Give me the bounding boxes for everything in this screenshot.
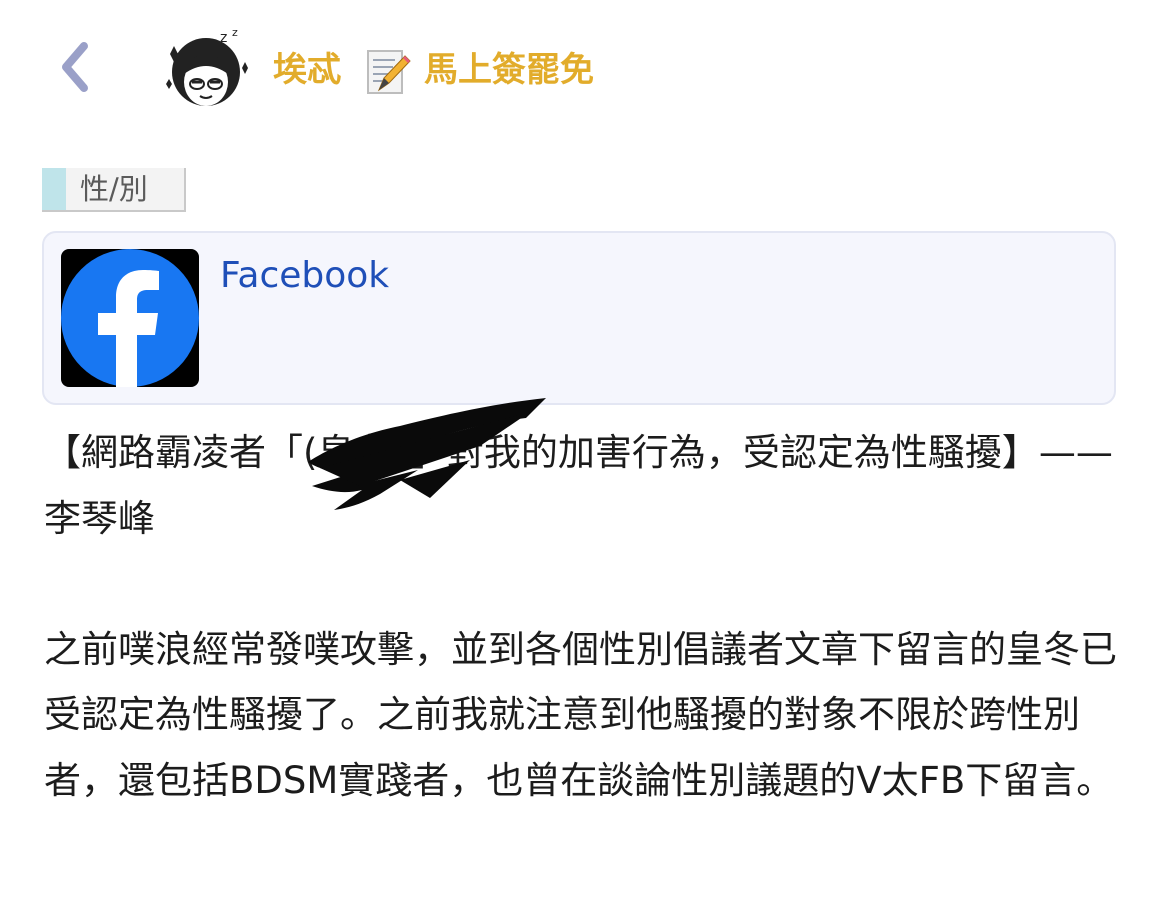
post-paragraph: 【網路霸凌者「(皇冬）」對我的加害行為，受認定為性騷擾】——李琴峰 [44, 431, 1113, 540]
category-tag[interactable]: 性/別 [42, 168, 186, 212]
author-name[interactable]: 埃忒 [273, 46, 341, 94]
svg-text:z: z [220, 30, 227, 46]
memo-pencil-icon [365, 48, 411, 96]
post-paragraph: 之前噗浪經常發噗攻擊，並到各個性別倡議者文章下留言的皇冬已受認定為性騷擾了。之前… [44, 627, 1117, 802]
category-tag-accent [42, 168, 66, 210]
facebook-logo-icon [61, 249, 199, 387]
svg-text:z: z [232, 26, 238, 39]
post-header: z z 埃忒 馬上簽罷免 [0, 0, 1170, 140]
category-label: 性/別 [80, 172, 148, 206]
post-content: 【網路霸凌者「(皇冬）」對我的加害行為，受認定為性騷擾】——李琴峰 之前噗浪經常… [44, 420, 1134, 813]
topic-title[interactable]: 馬上簽罷免 [424, 46, 594, 94]
back-button[interactable] [52, 38, 100, 96]
link-preview-card[interactable]: Facebook [42, 231, 1116, 405]
author-avatar[interactable]: z z [160, 24, 256, 112]
chevron-left-icon [62, 42, 88, 92]
link-title[interactable]: Facebook [220, 253, 389, 299]
